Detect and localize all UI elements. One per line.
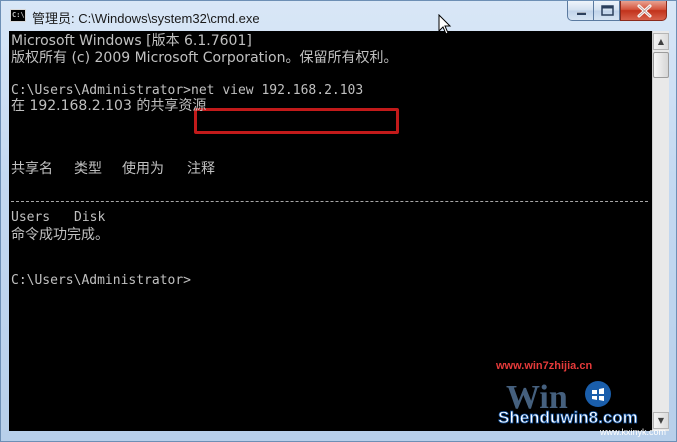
- header-type: 类型: [74, 161, 102, 177]
- prompt-line-1: C:\Users\Administrator>net view 192.168.…: [11, 83, 363, 99]
- row-share-name: Users: [11, 210, 51, 225]
- window-title: 管理员: C:\Windows\system32\cmd.exe: [32, 11, 260, 26]
- watermark-site-bottom: www.kxinyk.com: [600, 427, 667, 437]
- prompt-text: C:\Users\Administrator>: [11, 83, 192, 98]
- shared-resources-line: 在 192.168.2.103 的共享资源: [11, 98, 207, 114]
- row-share-type: Disk: [74, 210, 106, 225]
- header-comment: 注释: [187, 161, 215, 177]
- success-line: 命令成功完成。: [11, 227, 109, 243]
- header-used-as: 使用为: [122, 161, 164, 177]
- close-icon: [637, 4, 652, 18]
- maximize-icon: [601, 5, 614, 16]
- scroll-up-button[interactable]: ▲: [653, 33, 669, 50]
- watermark-site-top: www.win7zhijia.cn: [496, 360, 593, 372]
- maximize-button[interactable]: [593, 1, 620, 21]
- scroll-thumb[interactable]: [653, 52, 669, 78]
- prompt-line-2: C:\Users\Administrator>: [11, 273, 192, 288]
- watermark-logo: Win Shenduwin8.com: [498, 379, 639, 427]
- close-button[interactable]: [620, 1, 667, 21]
- copyright-line: 版权所有 (c) 2009 Microsoft Corporation。保留所有…: [11, 50, 398, 66]
- command-highlight-box: [194, 108, 399, 134]
- mouse-pointer-icon: [438, 14, 452, 35]
- version-line: Microsoft Windows [版本 6.1.7601]: [11, 33, 252, 49]
- cmd-app-icon[interactable]: C:\: [10, 9, 26, 22]
- watermark-logo-text: Shenduwin8.com: [498, 408, 638, 427]
- minimize-icon: [577, 12, 586, 15]
- header-share-name: 共享名: [11, 161, 53, 177]
- separator-line: [11, 201, 648, 202]
- title-bar[interactable]: C:\ 管理员: C:\Windows\system32\cmd.exe: [1, 1, 676, 31]
- minimize-button[interactable]: [567, 1, 594, 21]
- command-text: net view 192.168.2.103: [191, 83, 364, 98]
- vertical-scrollbar[interactable]: ▲ ▼: [652, 31, 669, 431]
